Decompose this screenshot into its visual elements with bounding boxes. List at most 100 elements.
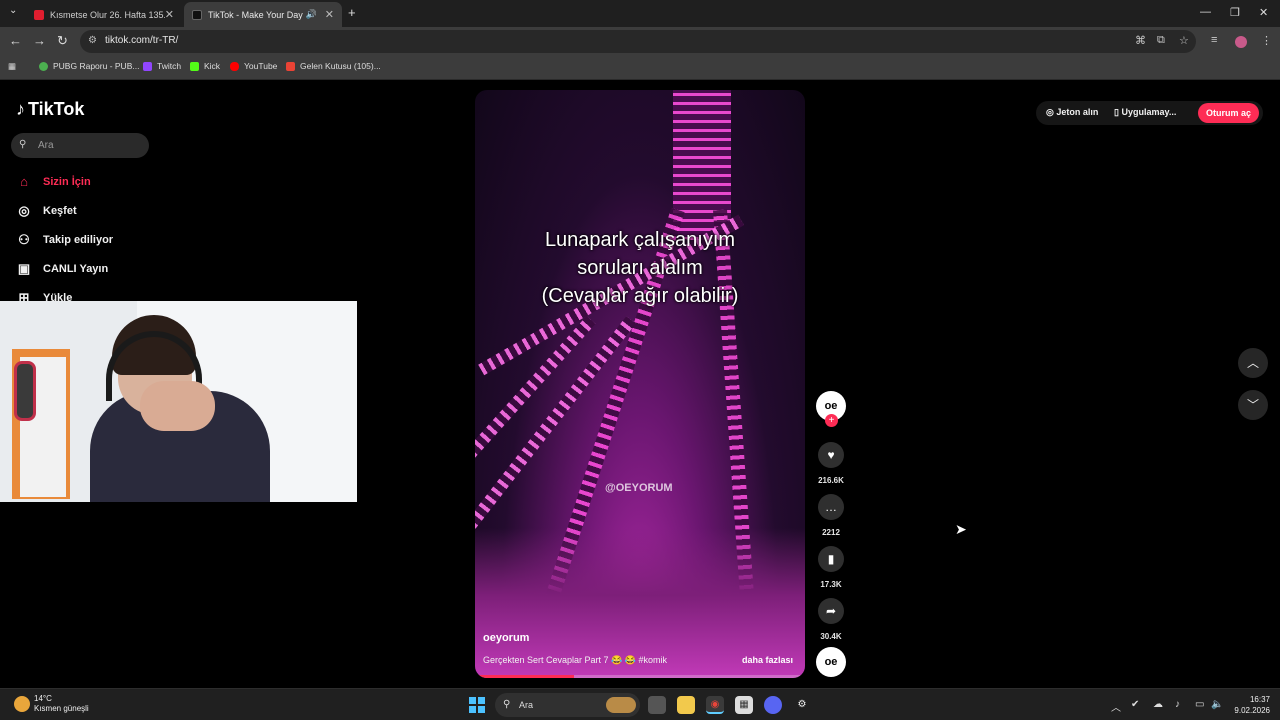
- nav-live[interactable]: ▣ CANLI Yayın: [15, 261, 108, 277]
- menu-icon[interactable]: ⋮: [1261, 34, 1272, 47]
- bookmark-twitch[interactable]: Twitch: [143, 61, 181, 71]
- following-icon: ⚇: [18, 232, 30, 247]
- apps-grid-icon[interactable]: ▦: [8, 61, 16, 72]
- person-hands: [140, 381, 215, 431]
- clock-time: 16:37: [1249, 695, 1270, 704]
- pubg-favicon-icon: [39, 61, 48, 71]
- webcam-overlay: [0, 301, 357, 502]
- kick-favicon-icon: [190, 61, 199, 71]
- tray-app-icon[interactable]: ✔: [1131, 699, 1139, 710]
- microphone-icon[interactable]: ♪: [1175, 699, 1180, 710]
- bookmark-kick[interactable]: Kick: [190, 61, 220, 71]
- save-button[interactable]: ▮: [818, 546, 844, 572]
- like-button[interactable]: ♥: [818, 442, 844, 468]
- bookmark-star-icon[interactable]: ☆: [1179, 34, 1189, 47]
- back-button[interactable]: ←: [9, 33, 22, 48]
- bookmark-label: Twitch: [157, 61, 182, 71]
- volume-icon[interactable]: 🔈: [1211, 699, 1223, 710]
- bookmarks-bar: ▦ PUBG Raporu - PUB... Twitch Kick YouTu…: [0, 56, 1280, 80]
- share-button[interactable]: ➦: [818, 598, 844, 624]
- steam-icon[interactable]: ⚙: [793, 696, 811, 714]
- bookmark-youtube[interactable]: YouTube: [230, 61, 277, 71]
- youtube-favicon-icon: [230, 61, 239, 71]
- display-icon[interactable]: ▭: [1195, 699, 1204, 710]
- microphone: [14, 361, 36, 421]
- nav-label: Takip ediliyor: [43, 234, 114, 246]
- tiktok-page: ♪ TikTok ⚲ Ara ⌂ Sizin İçin ◎ Keşfet ⚇ T…: [0, 81, 1280, 688]
- previous-video-button[interactable]: ︿: [1238, 348, 1268, 378]
- chrome-icon[interactable]: ◉: [706, 696, 724, 714]
- restore-button[interactable]: ❐: [1230, 6, 1240, 19]
- nav-explore[interactable]: ◎ Keşfet: [15, 203, 77, 219]
- caption-line: (Cevaplar ağır olabilir): [541, 285, 739, 307]
- video-description: Gerçekten Sert Cevaplar Part 7 😂 😂 #komi…: [483, 655, 667, 665]
- new-tab-button[interactable]: +: [348, 5, 356, 20]
- tiktok-logo[interactable]: ♪ TikTok: [16, 99, 84, 120]
- weather-icon: [14, 696, 30, 712]
- login-button[interactable]: Oturum aç: [1198, 103, 1259, 123]
- video-author[interactable]: oeyorum: [483, 632, 529, 644]
- like-count: 216.6K: [818, 476, 844, 485]
- share-icon: ➦: [825, 604, 837, 618]
- start-button[interactable]: [469, 697, 485, 713]
- tiktok-note-icon: ♪: [16, 99, 25, 119]
- system-clock[interactable]: 16:37 9.02.2026: [1226, 694, 1270, 716]
- tab-tiktok[interactable]: TikTok - Make Your Day 🔊 ✕: [184, 2, 342, 27]
- brand-name: TikTok: [28, 99, 85, 119]
- reload-button[interactable]: ↻: [57, 33, 68, 49]
- tray-cloud-icon[interactable]: ☁: [1153, 699, 1163, 710]
- tray-overflow-icon[interactable]: ︿: [1111, 699, 1121, 714]
- get-coins-button[interactable]: ◎ Jeton alın: [1046, 107, 1098, 118]
- file-explorer-icon[interactable]: [677, 696, 695, 714]
- video-progress-fill: [475, 675, 574, 678]
- video-player[interactable]: Lunapark çalışanıyım soruları alalım (Ce…: [475, 90, 805, 678]
- url-text: tiktok.com/tr-TR/: [105, 35, 179, 46]
- translate-icon[interactable]: ⌘: [1135, 34, 1146, 47]
- see-more-link[interactable]: daha fazlası: [742, 655, 793, 665]
- bookmark-label: Gelen Kutusu (105)...: [300, 61, 381, 71]
- nav-label: Sizin İçin: [43, 175, 91, 188]
- task-view-icon[interactable]: [648, 696, 666, 714]
- site-info-icon[interactable]: ⚙: [88, 35, 97, 46]
- address-bar[interactable]: ⚙ tiktok.com/tr-TR/: [80, 30, 1196, 53]
- forward-button[interactable]: →: [33, 33, 46, 48]
- live-icon: ▣: [17, 261, 31, 276]
- music-disc[interactable]: oe: [816, 647, 846, 677]
- weather-widget[interactable]: 14°C Kısmen güneşli: [14, 694, 89, 714]
- tab-strip: ⌄ Kısmetse Olur 26. Hafta 135.Bö ✕ TikTo…: [0, 0, 1280, 27]
- install-app-icon[interactable]: ⧉: [1157, 34, 1165, 47]
- next-video-button[interactable]: ﹀: [1238, 390, 1268, 420]
- comment-button[interactable]: …: [818, 494, 844, 520]
- close-tab-icon[interactable]: ✕: [165, 8, 174, 21]
- video-progress-bar[interactable]: [475, 675, 805, 678]
- tab-search-icon[interactable]: ⌄: [9, 5, 17, 16]
- bookmark-pubg[interactable]: PUBG Raporu - PUB...: [39, 61, 139, 71]
- profile-avatar[interactable]: [1235, 36, 1247, 48]
- chevron-up-icon: ︿: [1246, 356, 1259, 370]
- store-icon[interactable]: ▦: [735, 696, 753, 714]
- taskbar-search[interactable]: ⚲ Ara: [495, 693, 640, 717]
- get-app-button[interactable]: ▯ Uygulamay...: [1114, 107, 1176, 118]
- taskbar: 14°C Kısmen güneşli ⚲ Ara ◉ ▦ ⚙ ︿ ✔ ☁ ♪ …: [0, 688, 1280, 720]
- bookmark-label: Kick: [204, 61, 221, 71]
- nav-following[interactable]: ⚇ Takip ediliyor: [15, 232, 113, 248]
- youtube-favicon-icon: [34, 9, 44, 20]
- nav-for-you[interactable]: ⌂ Sizin İçin: [15, 174, 91, 189]
- caption-line: soruları alalım: [577, 257, 703, 279]
- home-icon: ⌂: [20, 174, 28, 189]
- follow-plus-icon[interactable]: +: [825, 414, 838, 427]
- nav-label: CANLI Yayın: [43, 263, 109, 275]
- minimize-button[interactable]: —: [1200, 6, 1211, 18]
- close-window-button[interactable]: ✕: [1259, 6, 1268, 19]
- tab-kismetse[interactable]: Kısmetse Olur 26. Hafta 135.Bö ✕: [26, 2, 182, 27]
- nav-label: Keşfet: [43, 205, 77, 217]
- tiktok-favicon-icon: [192, 9, 202, 20]
- search-input[interactable]: ⚲ Ara: [11, 133, 149, 158]
- bookmark-gmail[interactable]: Gelen Kutusu (105)...: [286, 61, 381, 71]
- media-control-icon[interactable]: ≡: [1211, 34, 1217, 46]
- discord-icon[interactable]: [764, 696, 782, 714]
- close-tab-icon[interactable]: ✕: [325, 8, 334, 21]
- audio-playing-icon[interactable]: 🔊: [306, 9, 317, 20]
- search-icon: ⚲: [19, 139, 27, 150]
- clock-date: 9.02.2026: [1234, 706, 1270, 715]
